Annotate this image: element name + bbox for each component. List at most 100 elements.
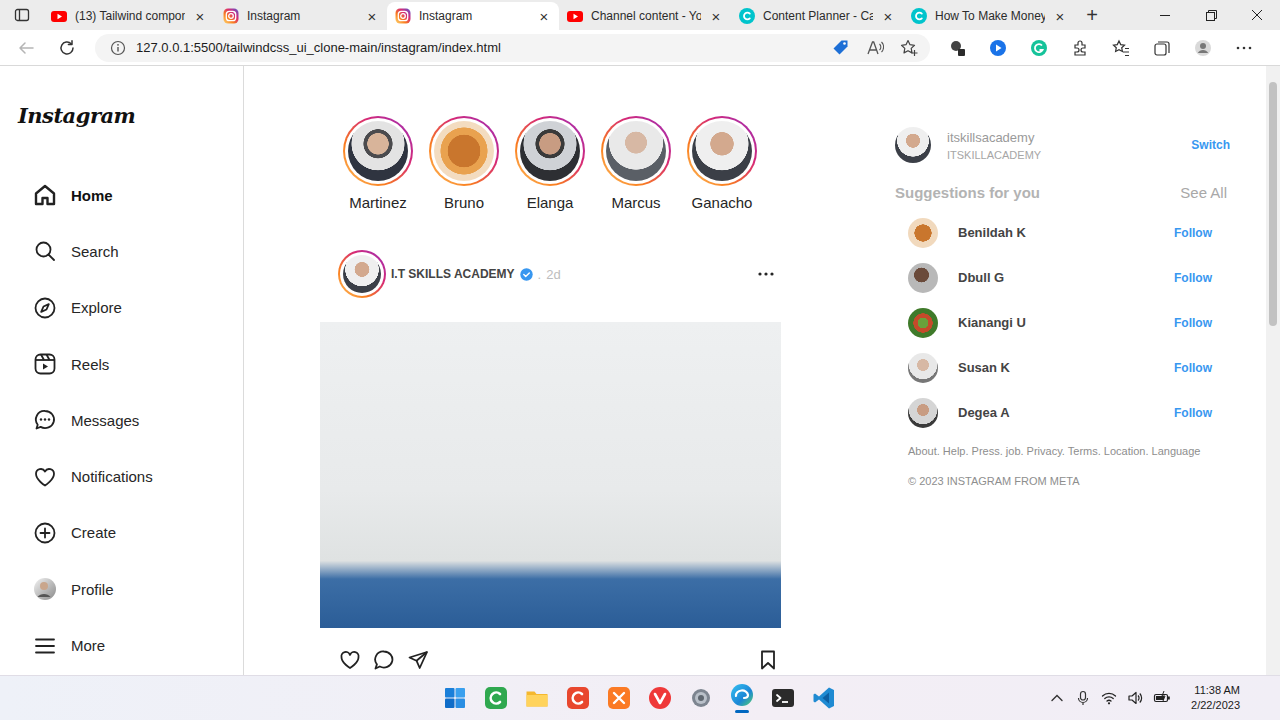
taskbar-app[interactable]: [812, 676, 836, 720]
tab-close-button[interactable]: ×: [709, 9, 723, 24]
follow-button[interactable]: Follow: [1174, 361, 1212, 375]
tab-close-button[interactable]: ×: [537, 9, 551, 24]
grammarly-icon[interactable]: [1030, 39, 1048, 57]
microphone-icon[interactable]: [1075, 690, 1091, 706]
taskbar-app[interactable]: [771, 676, 795, 720]
suggestion-avatar[interactable]: [908, 218, 938, 248]
story-name: Elanga: [527, 194, 574, 211]
address-text[interactable]: 127.0.0.1:5500/tailwindcss_ui_clone-main…: [136, 40, 822, 55]
sidebar-item[interactable]: More: [0, 617, 243, 673]
suggestion-name[interactable]: Susan K: [958, 360, 1154, 375]
browser-tab[interactable]: Content Planner - Can×: [731, 2, 903, 30]
suggestion-avatar[interactable]: [908, 263, 938, 293]
back-icon[interactable]: [17, 39, 35, 57]
suggestion-avatar[interactable]: [908, 308, 938, 338]
taskbar-app[interactable]: [566, 676, 590, 720]
account-username[interactable]: itskillsacademy: [947, 130, 1175, 145]
story[interactable]: Bruno: [429, 116, 499, 211]
post-author[interactable]: I.T SKILLS ACADEMY: [391, 267, 515, 281]
coupon-icon[interactable]: [832, 39, 850, 57]
sidebar-item[interactable]: Reels: [0, 336, 243, 392]
favorites-icon[interactable]: [1112, 39, 1130, 57]
sidebar-item[interactable]: Messages: [0, 392, 243, 448]
tab-close-button[interactable]: ×: [881, 9, 895, 24]
info-icon[interactable]: [110, 40, 126, 56]
sidebar-item[interactable]: Home: [0, 167, 243, 223]
browser-tab[interactable]: (13) Tailwind compone×: [43, 2, 215, 30]
account-avatar[interactable]: [895, 127, 931, 163]
switch-button[interactable]: Switch: [1191, 138, 1230, 152]
tab-actions-icon[interactable]: [14, 7, 30, 23]
suggestion-avatar[interactable]: [908, 353, 938, 383]
comment-icon[interactable]: [373, 649, 395, 671]
story[interactable]: Elanga: [515, 116, 585, 211]
taskbar-app[interactable]: [730, 676, 754, 720]
taskbar-app[interactable]: [443, 676, 467, 720]
like-heart-icon[interactable]: [339, 649, 361, 671]
taskbar-app[interactable]: [607, 676, 631, 720]
tab-close-button[interactable]: ×: [1053, 9, 1067, 24]
chevron-up-icon[interactable]: [1049, 690, 1065, 706]
suggestion-name[interactable]: Degea A: [958, 405, 1154, 420]
share-icon[interactable]: [407, 649, 429, 671]
read-aloud-icon[interactable]: [866, 39, 884, 57]
scrollbar-thumb[interactable]: [1269, 82, 1277, 326]
minimize-icon[interactable]: [1142, 0, 1188, 30]
browser-tab[interactable]: Instagram×: [387, 2, 559, 30]
tab-close-button[interactable]: ×: [365, 9, 379, 24]
sidebar-item[interactable]: Profile: [0, 561, 243, 617]
sidebar-item[interactable]: Search: [0, 223, 243, 279]
follow-button[interactable]: Follow: [1174, 226, 1212, 240]
collections-icon[interactable]: [1153, 39, 1171, 57]
profile-icon[interactable]: [1194, 39, 1212, 57]
extensions-icon[interactable]: [1071, 39, 1089, 57]
suggestion-name[interactable]: Dbull G: [958, 270, 1154, 285]
suggestion-avatar[interactable]: [908, 398, 938, 428]
restore-icon[interactable]: [1188, 0, 1234, 30]
favorite-icon[interactable]: [900, 39, 918, 57]
story[interactable]: Ganacho: [687, 116, 757, 211]
battery-icon[interactable]: [1153, 690, 1171, 706]
suggestion-name[interactable]: Benildah K: [958, 225, 1154, 240]
story-ring: [601, 116, 671, 186]
media-icon[interactable]: [989, 39, 1007, 57]
address-field[interactable]: 127.0.0.1:5500/tailwindcss_ui_clone-main…: [95, 34, 930, 62]
story[interactable]: Marcus: [601, 116, 671, 211]
post-avatar[interactable]: [338, 250, 386, 298]
browser-tab[interactable]: How To Make Money T×: [903, 2, 1075, 30]
suggestion-name[interactable]: Kianangi U: [958, 315, 1154, 330]
browser-tab[interactable]: Channel content - You×: [559, 2, 731, 30]
tab-close-button[interactable]: ×: [193, 9, 207, 24]
see-all-link[interactable]: See All: [1180, 184, 1227, 201]
more-options-icon[interactable]: [756, 264, 776, 284]
bookmark-icon[interactable]: [757, 649, 779, 671]
new-tab-button[interactable]: +: [1075, 5, 1109, 25]
follow-button[interactable]: Follow: [1174, 271, 1212, 285]
taskbar-app[interactable]: [648, 676, 672, 720]
clock[interactable]: 11:38 AM2/22/2023: [1191, 683, 1240, 713]
taskbar-app[interactable]: [689, 676, 713, 720]
follow-button[interactable]: Follow: [1174, 316, 1212, 330]
browser-tab[interactable]: Instagram×: [215, 2, 387, 30]
menu-dots-icon[interactable]: [1235, 39, 1253, 57]
instagram-icon: [395, 8, 411, 24]
scrollbar[interactable]: [1266, 66, 1280, 675]
menu-icon: [33, 634, 57, 658]
taskbar-app[interactable]: [484, 676, 508, 720]
sidebar-label: Explore: [71, 299, 122, 316]
wifi-icon[interactable]: [1101, 690, 1117, 706]
sidebar-item[interactable]: Create: [0, 505, 243, 561]
story[interactable]: Martinez: [343, 116, 413, 211]
footer-links[interactable]: About. Help. Press. job. Privacy. Terms.…: [895, 444, 1230, 458]
sidebar-item[interactable]: Explore: [0, 280, 243, 336]
volume-icon[interactable]: [1127, 690, 1143, 706]
instagram-logo[interactable]: Instagram: [0, 102, 243, 130]
stories-row: MartinezBruno Elanga MarcusGanacho: [320, 116, 781, 211]
close-icon[interactable]: [1234, 0, 1280, 30]
sidebar-item[interactable]: Notifications: [0, 448, 243, 504]
refresh-icon[interactable]: [58, 39, 76, 57]
extension-badge-icon[interactable]: [948, 39, 966, 57]
sidebar-label: More: [71, 637, 105, 654]
taskbar-app[interactable]: [525, 676, 549, 720]
follow-button[interactable]: Follow: [1174, 406, 1212, 420]
